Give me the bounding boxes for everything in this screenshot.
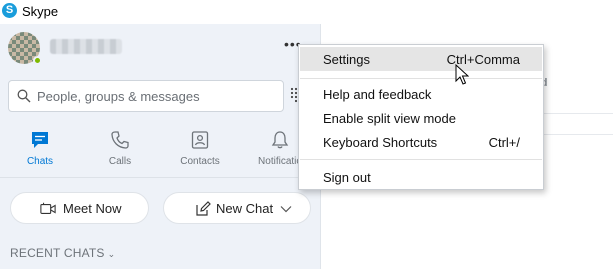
menu-separator (300, 159, 542, 160)
skype-logo-icon: S (2, 3, 17, 18)
app-title: Skype (22, 4, 59, 19)
chat-bubble-icon (32, 132, 48, 148)
chevron-down-icon[interactable] (280, 203, 292, 215)
recent-chats-label: RECENT CHATS (10, 246, 105, 260)
menu-item-label: Help and feedback (323, 87, 432, 102)
search-box[interactable] (8, 80, 284, 112)
recent-chats-header[interactable]: RECENT CHATS ⌄ (10, 246, 115, 260)
mouse-cursor-icon (455, 64, 469, 85)
tab-chats[interactable]: Chats (0, 130, 80, 170)
tab-calls-label: Calls (108, 156, 132, 167)
video-camera-icon (40, 202, 56, 214)
new-chat-label: New Chat (216, 201, 274, 216)
skype-window: S Skype ••• People, groups & messages Ch… (0, 0, 613, 269)
compose-icon (196, 201, 211, 216)
menu-item-label: Enable split view mode (323, 111, 456, 126)
menu-item-settings[interactable]: Settings Ctrl+Comma (300, 47, 542, 71)
new-chat-button[interactable]: New Chat (163, 192, 311, 224)
phone-icon (111, 131, 129, 149)
bell-icon (271, 131, 289, 149)
more-options-menu: Settings Ctrl+Comma Help and feedback En… (298, 44, 544, 190)
menu-item-enable-split-view[interactable]: Enable split view mode (300, 106, 542, 130)
sidebar: ••• Chats (0, 24, 321, 269)
nav-tabs: Chats Calls Contacts Notificatio (0, 130, 321, 170)
tab-chats-label: Chats (26, 156, 54, 167)
menu-item-label: Keyboard Shortcuts (323, 135, 438, 150)
sidebar-divider (0, 177, 321, 178)
presence-status-icon (33, 56, 42, 65)
profile-name-blurred[interactable] (50, 39, 122, 54)
menu-separator (300, 78, 542, 79)
chevron-down-icon: ⌄ (107, 249, 116, 259)
title-bar: S Skype (0, 0, 613, 24)
tab-calls[interactable]: Calls (80, 130, 160, 170)
menu-item-help-and-feedback[interactable]: Help and feedback (300, 82, 542, 106)
meet-now-button[interactable]: Meet Now (10, 192, 149, 224)
menu-item-keyboard-shortcuts[interactable]: Keyboard Shortcuts Ctrl+/ (300, 130, 542, 154)
menu-item-label: Sign out (323, 170, 371, 185)
menu-item-shortcut: Ctrl+/ (488, 135, 520, 150)
search-input[interactable] (37, 81, 281, 111)
meet-now-label: Meet Now (63, 201, 122, 216)
menu-item-label: Settings (323, 52, 370, 67)
contacts-icon (191, 131, 209, 149)
tab-contacts[interactable]: Contacts (160, 130, 240, 170)
tab-contacts-label: Contacts (180, 156, 220, 167)
search-icon (17, 89, 31, 103)
menu-item-sign-out[interactable]: Sign out (300, 165, 542, 189)
